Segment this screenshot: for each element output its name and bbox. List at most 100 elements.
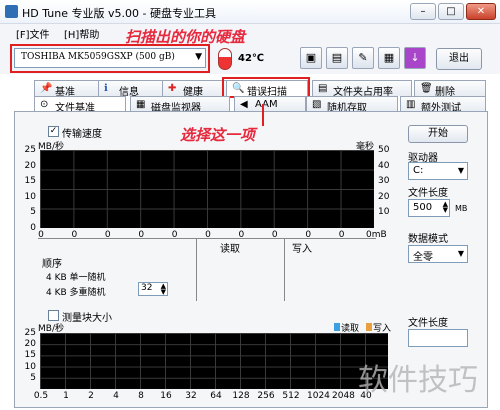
x-axis-tick: 256 (257, 391, 275, 401)
title-bar: HD Tune 专业版 v5.00 - 硬盘专业工具 – □ ✕ (0, 0, 500, 24)
window-title: HD Tune 专业版 v5.00 - 硬盘专业工具 (22, 7, 216, 20)
extra-tests-icon: ▥ (406, 99, 416, 110)
x-axis-tick: 2 (88, 391, 94, 401)
tab-folder-usage[interactable]: ▤ 文件夹占用率 (312, 80, 412, 98)
temperature-value: 42℃ (238, 53, 265, 64)
tab-random-access[interactable]: ▧ 随机存取 (306, 96, 398, 114)
drive-select[interactable]: TOSHIBA MK5059GSXP (500 gB) ▼ (14, 48, 206, 68)
y-axis-tick: 15 (24, 350, 36, 361)
x-axis-tick: 4 (113, 391, 119, 401)
y-axis-right-tick: 40 (378, 160, 390, 171)
column-read: 读取 (220, 244, 240, 255)
y-axis-tick: 20 (24, 339, 36, 350)
queue-depth-value: 32 (141, 283, 153, 293)
drive-select-value: TOSHIBA MK5059GSXP (500 gB) (21, 52, 175, 62)
stepper-arrows-icon: ▲ ▼ (160, 282, 166, 296)
annotation-arrow (262, 104, 264, 126)
y-axis-right-tick: 20 (378, 191, 390, 202)
info-icon: ℹ (104, 83, 108, 94)
tab-annotation: 选择这一项 (180, 126, 256, 144)
transfer-graph (40, 150, 374, 228)
tab-extra-tests[interactable]: ▥ 额外测试 (400, 96, 486, 114)
app-icon (5, 5, 18, 18)
table-row: 4 KB 单一随机 (46, 273, 106, 283)
start-button[interactable]: 开始 (408, 125, 468, 143)
x-axis-tick: 64 (210, 391, 222, 401)
block-size-graph (40, 333, 388, 389)
results-table: 读取 写入 顺序 4 KB 单一随机 4 KB 多重随机 32 ▲ ▼ (38, 238, 376, 301)
y-axis-tick: 10 (24, 361, 36, 372)
y-axis-right-tick: 50 (378, 145, 390, 155)
menu-file[interactable]: [F]文件 (16, 26, 50, 41)
folder-icon: ▤ (318, 83, 328, 94)
y-axis-left-tick: 15 (24, 176, 36, 187)
watermark: 软件技巧 (358, 363, 478, 398)
x-axis-tick: 128 (232, 391, 250, 401)
copy-icon[interactable]: ▣ (300, 47, 322, 69)
file-length-unit: MB (455, 204, 468, 213)
file-length-dropdown-2[interactable] (408, 329, 468, 347)
x-axis-tick: 16 (160, 391, 172, 401)
menu-help[interactable]: [H]帮助 (64, 26, 99, 41)
maximize-button[interactable]: □ (438, 3, 464, 20)
block-size-checkbox[interactable] (48, 310, 59, 321)
x-axis-tick: 512 (282, 391, 300, 401)
drive-dropdown[interactable]: C: ▼ (408, 162, 468, 180)
stepper-arrows-icon: ▲ ▼ (442, 200, 448, 214)
legend-write-swatch (366, 323, 372, 331)
menu-bar: [F]文件 [H]帮助 (0, 24, 500, 42)
x-axis-tick: 2048 (332, 391, 355, 401)
column-order: 顺序 (42, 259, 62, 270)
thermometer-icon (218, 48, 232, 70)
x-axis-tick: 8 (138, 391, 144, 401)
trash-icon: 🗑 (420, 83, 433, 94)
copy-all-icon[interactable]: ▤ (326, 47, 348, 69)
y-axis-tick: 5 (30, 372, 36, 383)
x-axis-tick: 1 (63, 391, 69, 401)
tab-info[interactable]: ℹ 信息 (98, 80, 170, 98)
minimize-button[interactable]: – (410, 3, 436, 20)
download-icon[interactable]: ↓ (404, 47, 426, 69)
block-size-label: 测量块大小 (62, 313, 112, 324)
random-access-icon: ▧ (312, 99, 322, 110)
table-row: 4 KB 多重随机 (46, 288, 106, 298)
transfer-speed-checkbox[interactable]: ✓ (48, 126, 59, 137)
tab-erase[interactable]: 🗑 删除 (414, 80, 486, 98)
y-axis-left-tick: 5 (30, 207, 36, 218)
tab-aam[interactable]: ◀ AAM (234, 96, 306, 112)
y-axis-right-tick: 30 (378, 176, 390, 187)
monitor-icon: ▦ (136, 99, 146, 110)
tab-file-benchmark[interactable]: ⊙ 文件基准 (34, 96, 126, 114)
save-icon[interactable]: ▦ (378, 47, 400, 69)
options-icon[interactable]: ✎ (352, 47, 374, 69)
exit-button[interactable]: 退出 (436, 48, 482, 70)
speaker-icon: ◀ (240, 99, 248, 110)
transfer-speed-label: 传输速度 (62, 129, 102, 140)
data-mode-value: 全零 (413, 252, 433, 263)
drive-dropdown-value: C: (413, 165, 424, 176)
table-divider (196, 239, 197, 301)
table-divider (284, 239, 285, 301)
y-axis-tick: 25 (24, 328, 36, 338)
data-mode-label: 数据模式 (408, 234, 448, 245)
y-axis-left-tick: 25 (24, 145, 36, 155)
error-scan-highlight-box (222, 77, 310, 98)
chevron-down-icon: ▼ (195, 52, 202, 62)
chevron-down-icon: ▼ (457, 249, 464, 258)
drive-annotation: 扫描出的你的硬盘 (125, 28, 246, 46)
close-button[interactable]: ✕ (466, 3, 496, 20)
y-axis-right-tick: 10 (378, 207, 390, 218)
file-benchmark-icon: ⊙ (40, 99, 49, 110)
y-axis-left-tick: 10 (24, 191, 36, 202)
file-length-stepper[interactable]: 500 ▲ ▼ (408, 199, 450, 217)
benchmark-icon: 📌 (40, 83, 53, 94)
data-mode-dropdown[interactable]: 全零 ▼ (408, 245, 468, 263)
legend-read-swatch (334, 323, 340, 331)
file-length-value: 500 (413, 202, 433, 213)
tab-disk-monitor[interactable]: ▦ 磁盘监视器 (130, 96, 230, 114)
queue-depth-stepper[interactable]: 32 ▲ ▼ (138, 282, 168, 296)
x-axis-tick: 1024 (307, 391, 330, 401)
y-axis-left-tick: 20 (24, 160, 36, 171)
health-cross-icon: ✚ (168, 83, 177, 94)
file-length-label: 文件长度 (408, 188, 448, 199)
